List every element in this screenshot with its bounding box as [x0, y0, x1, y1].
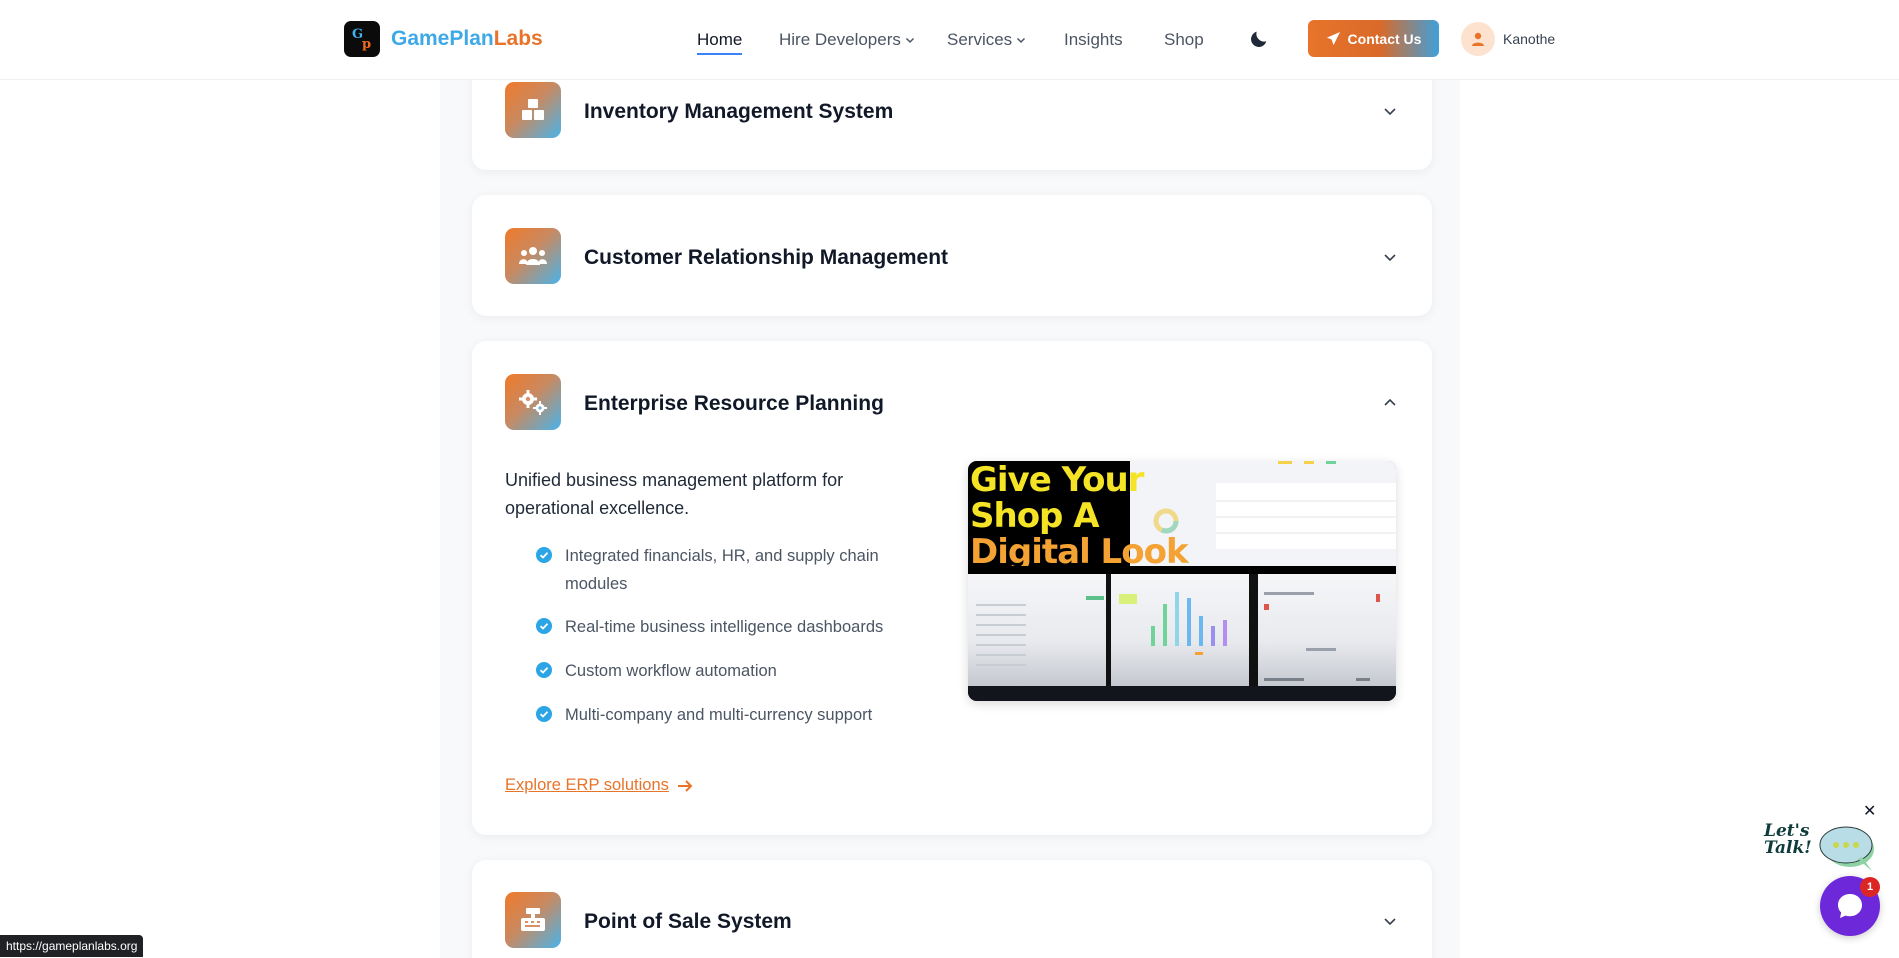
feature-item: Custom workflow automation — [536, 657, 905, 685]
close-chat-prompt-button[interactable]: ✕ — [1863, 804, 1876, 820]
notification-badge: 1 — [1860, 877, 1880, 897]
check-circle-icon — [536, 547, 552, 563]
chevron-up-icon[interactable] — [1382, 395, 1398, 411]
lets-talk-text: Let's Talk! — [1764, 823, 1812, 857]
promo-list-preview — [976, 596, 1104, 666]
contact-us-button[interactable]: Contact Us — [1308, 20, 1439, 57]
site-header: G p GamePlanLabs Home Hire Developers Se… — [0, 0, 1899, 80]
status-bar-url: https://gameplanlabs.org — [0, 935, 144, 957]
cogs-glyph — [519, 390, 547, 415]
promo-line: Digital Look — [970, 532, 1189, 572]
paper-plane-icon — [1326, 31, 1340, 46]
service-card-erp: Enterprise Resource Planning Unified bus… — [472, 341, 1432, 835]
explore-erp-link[interactable]: Explore ERP solutions — [505, 776, 693, 795]
check-circle-icon — [536, 662, 552, 678]
nav-services[interactable]: Services — [947, 30, 1026, 50]
chevron-down-icon[interactable] — [1382, 913, 1398, 929]
nav-hire-developers[interactable]: Hire Developers — [779, 30, 915, 50]
nav-home-label: Home — [697, 30, 743, 49]
chevron-down-icon — [1017, 37, 1026, 44]
users-glyph — [519, 247, 547, 265]
nav-services-label: Services — [947, 30, 1013, 49]
feature-item: Integrated financials, HR, and supply ch… — [536, 542, 905, 598]
feature-text: Real-time business intelligence dashboar… — [565, 618, 884, 636]
chevron-down-icon[interactable] — [1382, 249, 1398, 265]
feature-text: Integrated financials, HR, and supply ch… — [565, 547, 879, 593]
promo-line: Shop A — [970, 496, 1100, 536]
erp-promo-image: Give Your Shop A Digital Look — [968, 461, 1396, 701]
promo-stock-preview — [1264, 592, 1380, 681]
lets-talk-line: Talk! — [1764, 838, 1812, 858]
user-icon — [1472, 32, 1484, 46]
chevron-down-icon — [905, 37, 914, 44]
lets-talk-graphic[interactable]: Let's Talk! — [1762, 819, 1882, 879]
check-circle-icon — [536, 706, 552, 722]
nav-home[interactable]: Home — [697, 30, 743, 55]
logo-text-part2: Labs — [493, 27, 543, 50]
logo-mark: G p — [344, 21, 380, 57]
chevron-down-icon[interactable] — [1382, 103, 1398, 119]
service-card-pos[interactable]: Point of Sale System — [472, 860, 1432, 958]
nav-shop[interactable]: Shop — [1164, 30, 1204, 50]
boxes-icon — [505, 82, 561, 138]
promo-footer — [968, 686, 1396, 701]
card-title: Point of Sale System — [584, 910, 792, 933]
feature-text: Multi-company and multi-currency support — [565, 706, 873, 724]
moon-icon[interactable] — [1248, 28, 1270, 50]
logo-text-part1: GamePlan — [391, 27, 494, 50]
promo-panel-chart — [1111, 574, 1249, 686]
card-title: Enterprise Resource Planning — [584, 392, 884, 415]
service-card-crm[interactable]: Customer Relationship Management — [472, 195, 1432, 316]
check-circle-icon — [536, 618, 552, 634]
card-title: Inventory Management System — [584, 100, 894, 123]
contact-us-label: Contact Us — [1347, 30, 1422, 47]
nav-shop-label: Shop — [1164, 30, 1204, 49]
chat-bubble-icon — [1838, 894, 1862, 918]
promo-divider — [968, 566, 1396, 574]
card-title: Customer Relationship Management — [584, 246, 949, 269]
promo-panel-list — [968, 574, 1106, 686]
arrow-right-icon — [677, 779, 693, 792]
nav-active-indicator — [697, 53, 743, 55]
feature-item: Multi-company and multi-currency support — [536, 701, 905, 729]
logo[interactable]: G p GamePlanLabs — [344, 21, 543, 57]
promo-panel-stock — [1258, 574, 1396, 686]
cash-register-icon — [505, 892, 561, 948]
promo-bar-chart-preview — [1119, 592, 1227, 655]
nav-hire-developers-label: Hire Developers — [779, 30, 901, 49]
erp-description: Unified business management platform for… — [505, 470, 844, 518]
promo-line: Give Your — [970, 461, 1144, 500]
cogs-icon — [505, 374, 561, 430]
explore-erp-label: Explore ERP solutions — [505, 776, 669, 794]
cash-register-glyph — [521, 908, 545, 931]
feature-item: Real-time business intelligence dashboar… — [536, 613, 905, 641]
logo-mark-p: p — [362, 37, 372, 52]
logo-text: GamePlanLabs — [391, 27, 543, 51]
nav-insights-label: Insights — [1064, 30, 1123, 49]
nav-insights[interactable]: Insights — [1064, 30, 1123, 50]
feature-text: Custom workflow automation — [565, 662, 777, 680]
users-icon — [505, 228, 561, 284]
avatar[interactable] — [1461, 22, 1495, 56]
username[interactable]: Kanothe — [1503, 31, 1555, 47]
boxes-glyph — [522, 99, 544, 120]
